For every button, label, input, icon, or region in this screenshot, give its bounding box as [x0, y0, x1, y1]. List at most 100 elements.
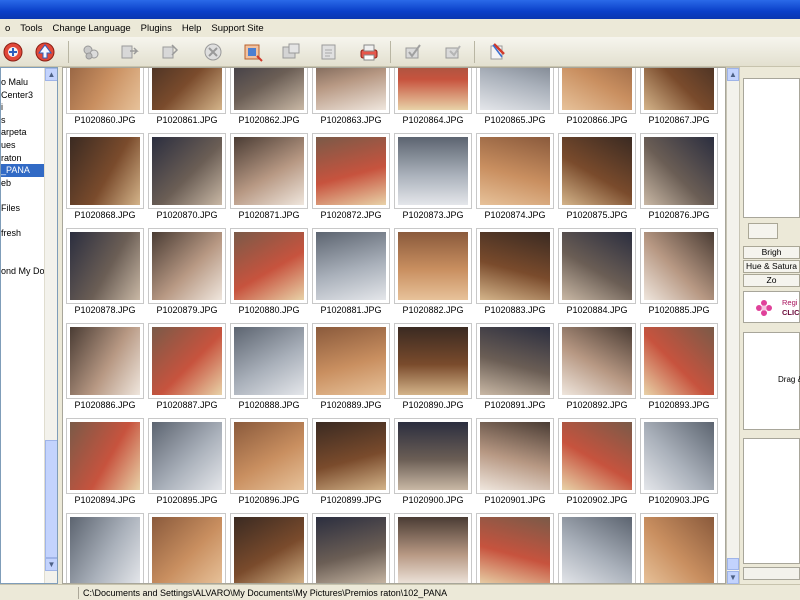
resize-icon[interactable] — [316, 40, 342, 64]
hue-saturation-button[interactable]: Hue & Satura — [743, 260, 800, 273]
brightness-button[interactable]: Brigh — [743, 246, 800, 259]
thumbnail-item[interactable]: P1020881.JPG — [312, 228, 390, 320]
delete-icon[interactable] — [200, 40, 226, 64]
thumbnail-frame[interactable] — [558, 133, 636, 209]
scroll-down-button[interactable]: ▼ — [45, 558, 57, 571]
menu-item-plugins[interactable]: Plugins — [136, 23, 177, 34]
thumbnail-item[interactable]: P1020863.JPG — [312, 68, 390, 130]
tree-item[interactable]: o Malu — [1, 76, 45, 89]
thumbnail-item[interactable]: P1020878.JPG — [66, 228, 144, 320]
thumbnail-frame[interactable] — [476, 228, 554, 304]
thumbnail-frame[interactable] — [230, 513, 308, 583]
thumbnail-frame[interactable] — [148, 513, 226, 583]
thumbnail-frame[interactable] — [558, 513, 636, 583]
browse-icon[interactable] — [0, 40, 26, 64]
thumbnail-frame[interactable] — [476, 133, 554, 209]
thumbnail-item[interactable]: P1020912.JPG — [640, 513, 718, 583]
thumbnail-item[interactable]: P1020906.JPG — [230, 513, 308, 583]
thumbnail-item[interactable]: P1020909.JPG — [394, 513, 472, 583]
tree-item[interactable] — [1, 189, 45, 202]
photo-thumbnail[interactable] — [70, 517, 140, 583]
thumbnail-item[interactable]: P1020890.JPG — [394, 323, 472, 415]
photo-thumbnail[interactable] — [152, 137, 222, 205]
photo-thumbnail[interactable] — [644, 137, 714, 205]
thumbnail-frame[interactable] — [394, 133, 472, 209]
thumbnail-frame[interactable] — [148, 323, 226, 399]
thumbnail-frame[interactable] — [394, 228, 472, 304]
thumbnail-item[interactable]: P1020861.JPG — [148, 68, 226, 130]
thumbnail-item[interactable]: P1020895.JPG — [148, 418, 226, 510]
photo-thumbnail[interactable] — [480, 517, 550, 583]
photo-thumbnail[interactable] — [562, 517, 632, 583]
fileinfo-icon[interactable] — [484, 40, 510, 64]
photo-thumbnail[interactable] — [234, 68, 304, 110]
photo-thumbnail[interactable] — [152, 327, 222, 395]
thumbnail-item[interactable]: P1020865.JPG — [476, 68, 554, 130]
tree-item[interactable]: eb — [1, 177, 45, 190]
thumbnail-frame[interactable] — [558, 68, 636, 114]
thumbnail-item[interactable]: P1020891.JPG — [476, 323, 554, 415]
photo-thumbnail[interactable] — [562, 137, 632, 205]
photo-thumbnail[interactable] — [398, 422, 468, 490]
photo-thumbnail[interactable] — [398, 517, 468, 583]
tree-item[interactable]: i — [1, 101, 45, 114]
slideshow-icon[interactable] — [78, 40, 104, 64]
thumbnail-item[interactable]: P1020884.JPG — [558, 228, 636, 320]
thumbnail-frame[interactable] — [66, 68, 144, 114]
small-button[interactable] — [748, 223, 778, 239]
photo-thumbnail[interactable] — [398, 327, 468, 395]
scrollbar-thumb[interactable] — [45, 440, 57, 558]
tree-item[interactable]: arpeta — [1, 126, 45, 139]
thumbnail-frame[interactable] — [230, 68, 308, 114]
thumbnail-item[interactable]: P1020873.JPG — [394, 133, 472, 225]
menu-item-change-language[interactable]: Change Language — [47, 23, 135, 34]
tree-item[interactable] — [1, 240, 45, 253]
thumbnail-item[interactable]: P1020879.JPG — [148, 228, 226, 320]
photo-thumbnail[interactable] — [70, 232, 140, 300]
thumbnail-item[interactable]: P1020902.JPG — [558, 418, 636, 510]
thumbnail-item[interactable]: P1020866.JPG — [558, 68, 636, 130]
edit-image-icon[interactable] — [278, 40, 304, 64]
thumbnail-frame[interactable] — [312, 418, 390, 494]
register-banner[interactable]: Regi CLIC — [743, 291, 800, 323]
thumbnail-item[interactable]: P1020910.JPG — [476, 513, 554, 583]
thumbnail-item[interactable]: P1020886.JPG — [66, 323, 144, 415]
photo-thumbnail[interactable] — [316, 68, 386, 110]
photo-thumbnail[interactable] — [70, 422, 140, 490]
thumbnail-item[interactable]: P1020889.JPG — [312, 323, 390, 415]
thumbnail-item[interactable]: P1020899.JPG — [312, 418, 390, 510]
thumbnail-frame[interactable] — [394, 68, 472, 114]
photo-thumbnail[interactable] — [152, 517, 222, 583]
zoom-button[interactable]: Zo — [743, 274, 800, 287]
thumbnail-frame[interactable] — [230, 228, 308, 304]
thumbnail-item[interactable]: P1020874.JPG — [476, 133, 554, 225]
photo-thumbnail[interactable] — [234, 327, 304, 395]
move-icon[interactable] — [156, 40, 182, 64]
photo-thumbnail[interactable] — [316, 422, 386, 490]
thumbnail-item[interactable]: P1020880.JPG — [230, 228, 308, 320]
tree-item[interactable]: s — [1, 114, 45, 127]
tree-item[interactable]: ues — [1, 139, 45, 152]
menu-item-support-site[interactable]: Support Site — [206, 23, 268, 34]
scroll-down-button[interactable]: ▼ — [727, 571, 739, 584]
drag-drop-panel[interactable]: Drag & — [743, 332, 800, 430]
thumbnail-item[interactable]: P1020871.JPG — [230, 133, 308, 225]
photo-thumbnail[interactable] — [152, 232, 222, 300]
photo-thumbnail[interactable] — [562, 232, 632, 300]
thumbnail-item[interactable]: P1020911.JPG — [558, 513, 636, 583]
photo-thumbnail[interactable] — [70, 327, 140, 395]
menu-item-partial[interactable]: o — [0, 23, 15, 34]
thumbnail-item[interactable]: P1020901.JPG — [476, 418, 554, 510]
tree-item[interactable]: _PANA — [1, 164, 45, 177]
uncheck-icon[interactable] — [440, 40, 466, 64]
thumbnail-frame[interactable] — [558, 323, 636, 399]
photo-thumbnail[interactable] — [644, 517, 714, 583]
thumbnail-grid-scrollbar[interactable]: ▲ ▼ — [726, 67, 740, 584]
tree-item[interactable]: raton — [1, 152, 45, 165]
photo-thumbnail[interactable] — [398, 68, 468, 110]
thumbnail-item[interactable]: P1020867.JPG — [640, 68, 718, 130]
photo-thumbnail[interactable] — [316, 327, 386, 395]
horizontal-scrollbar[interactable] — [743, 567, 800, 580]
thumbnail-frame[interactable] — [640, 323, 718, 399]
thumbnail-frame[interactable] — [66, 228, 144, 304]
